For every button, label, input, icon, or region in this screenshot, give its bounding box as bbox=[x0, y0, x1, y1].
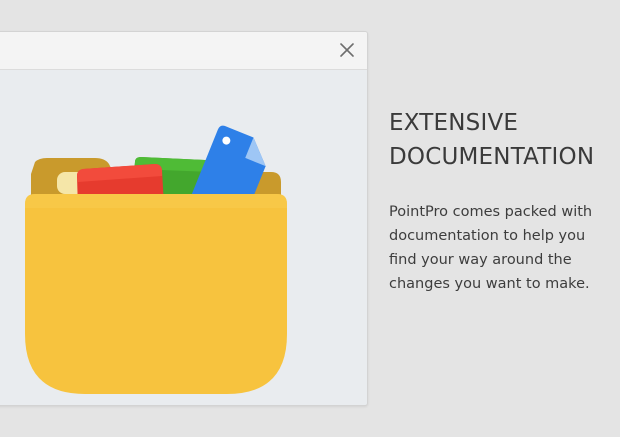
dialog-card bbox=[0, 31, 368, 406]
folder-documents-icon bbox=[25, 102, 291, 398]
dialog-header bbox=[0, 32, 367, 70]
close-icon[interactable] bbox=[337, 40, 357, 60]
feature-title: EXTENSIVE DOCUMENTATION bbox=[389, 110, 595, 170]
feature-description: PointPro comes packed with documentation… bbox=[389, 204, 593, 292]
